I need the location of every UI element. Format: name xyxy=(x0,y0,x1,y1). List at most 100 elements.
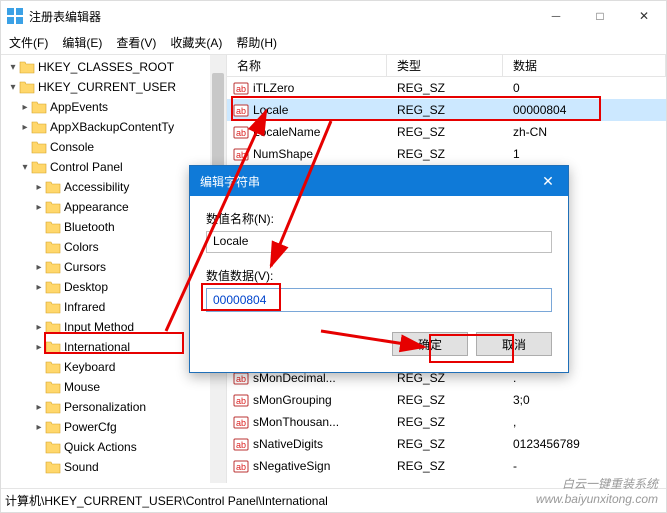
tree-label: Input Method xyxy=(64,320,134,334)
folder-icon xyxy=(45,360,61,374)
value-row[interactable]: absMonGroupingREG_SZ3;0 xyxy=(227,389,666,411)
svg-text:ab: ab xyxy=(236,374,246,384)
menu-view[interactable]: 查看(V) xyxy=(116,34,156,51)
value-data: zh-CN xyxy=(503,125,666,139)
dialog-body: 数值名称(N): Locale 数值数据(V): 确定 取消 xyxy=(190,196,568,372)
menu-file[interactable]: 文件(F) xyxy=(9,34,48,51)
expand-icon[interactable]: ▸ xyxy=(33,262,45,273)
ok-button[interactable]: 确定 xyxy=(392,332,468,356)
close-button[interactable]: ✕ xyxy=(622,1,666,31)
name-label: 数值名称(N): xyxy=(206,210,552,227)
tree-item[interactable]: ▾ HKEY_CURRENT_USER xyxy=(1,77,226,97)
menu-help[interactable]: 帮助(H) xyxy=(236,34,277,51)
value-row[interactable]: absNegativeSignREG_SZ- xyxy=(227,455,666,477)
tree-label: Desktop xyxy=(64,280,108,294)
value-data: 0123456789 xyxy=(503,437,666,451)
value-name: sMonGrouping xyxy=(253,393,332,407)
tree-item[interactable]: ▸PowerCfg xyxy=(1,417,226,437)
value-type: REG_SZ xyxy=(387,393,503,407)
string-icon: ab xyxy=(233,124,249,140)
tree-label: HKEY_CLASSES_ROOT xyxy=(38,60,174,74)
value-row[interactable]: abLocaleNameREG_SZzh-CN xyxy=(227,121,666,143)
col-type[interactable]: 类型 xyxy=(387,55,503,76)
tree-item[interactable]: ▸ Personalization xyxy=(1,397,226,417)
tree-item[interactable]: ▸AppEvents xyxy=(1,97,226,117)
expand-icon[interactable]: ▾ xyxy=(7,82,19,93)
folder-icon xyxy=(45,460,61,474)
dialog-close-icon[interactable]: ✕ xyxy=(528,173,568,190)
expand-icon[interactable]: ▾ xyxy=(19,162,31,173)
menu-edit[interactable]: 编辑(E) xyxy=(62,34,102,51)
expand-icon[interactable]: ▾ xyxy=(7,62,19,73)
folder-icon xyxy=(45,400,61,414)
svg-text:ab: ab xyxy=(236,396,246,406)
value-name: Locale xyxy=(253,103,288,117)
tree-label: Console xyxy=(50,140,94,154)
tree-item[interactable]: Mouse xyxy=(1,377,226,397)
tree-item[interactable]: Sound xyxy=(1,457,226,477)
folder-icon xyxy=(31,140,47,154)
expand-icon[interactable]: ▸ xyxy=(33,202,45,213)
value-name: sMonDecimal... xyxy=(253,371,336,385)
svg-text:ab: ab xyxy=(236,418,246,428)
tree-item[interactable]: Quick Actions xyxy=(1,437,226,457)
col-name[interactable]: 名称 xyxy=(227,55,387,76)
tree-item[interactable]: Console xyxy=(1,137,226,157)
string-icon: ab xyxy=(233,458,249,474)
expand-icon[interactable]: ▸ xyxy=(33,342,45,353)
app-icon xyxy=(7,8,23,24)
expand-icon[interactable]: ▸ xyxy=(33,282,45,293)
col-data[interactable]: 数据 xyxy=(503,55,666,76)
menu-fav[interactable]: 收藏夹(A) xyxy=(170,34,222,51)
svg-text:ab: ab xyxy=(236,106,246,116)
folder-icon xyxy=(45,300,61,314)
value-label: 数值数据(V): xyxy=(206,267,552,284)
tree-label: AppXBackupContentTy xyxy=(50,120,174,134)
expand-icon[interactable]: ▸ xyxy=(33,322,45,333)
folder-icon xyxy=(45,320,61,334)
value-row[interactable]: absMonThousan...REG_SZ, xyxy=(227,411,666,433)
value-type: REG_SZ xyxy=(387,371,503,385)
value-name: iTLZero xyxy=(253,81,294,95)
expand-icon[interactable]: ▸ xyxy=(33,182,45,193)
tree-label: Colors xyxy=(64,240,99,254)
tree-label: International xyxy=(64,340,130,354)
window-buttons: ─ □ ✕ xyxy=(534,1,666,31)
tree-label: Control Panel xyxy=(50,160,123,174)
svg-text:ab: ab xyxy=(236,150,246,160)
tree-label: Personalization xyxy=(64,400,146,414)
expand-icon[interactable]: ▸ xyxy=(33,402,45,413)
value-input[interactable] xyxy=(206,288,552,312)
string-icon: ab xyxy=(233,146,249,162)
folder-icon xyxy=(45,340,61,354)
tree-label: Keyboard xyxy=(64,360,115,374)
folder-icon xyxy=(31,100,47,114)
value-row[interactable]: abLocaleREG_SZ00000804 xyxy=(227,99,666,121)
expand-icon[interactable]: ▸ xyxy=(19,102,31,113)
maximize-button[interactable]: □ xyxy=(578,1,622,31)
folder-icon xyxy=(45,440,61,454)
folder-icon xyxy=(45,280,61,294)
value-row[interactable]: absNativeDigitsREG_SZ0123456789 xyxy=(227,433,666,455)
value-row[interactable]: abiTLZeroREG_SZ0 xyxy=(227,77,666,99)
string-icon: ab xyxy=(233,414,249,430)
value-row[interactable]: abNumShapeREG_SZ1 xyxy=(227,143,666,165)
tree-label: HKEY_CURRENT_USER xyxy=(38,80,176,94)
dialog-title: 编辑字符串 xyxy=(200,173,260,190)
cancel-button[interactable]: 取消 xyxy=(476,332,552,356)
folder-icon xyxy=(45,220,61,234)
tree-item[interactable]: ▸ AppXBackupContentTy xyxy=(1,117,226,137)
dialog-title-bar[interactable]: 编辑字符串 ✕ xyxy=(190,166,568,196)
tree-label: Mouse xyxy=(64,380,100,394)
value-type: REG_SZ xyxy=(387,125,503,139)
tree-label: Quick Actions xyxy=(64,440,137,454)
folder-icon xyxy=(45,180,61,194)
minimize-button[interactable]: ─ xyxy=(534,1,578,31)
expand-icon[interactable]: ▸ xyxy=(19,122,31,133)
folder-icon xyxy=(45,380,61,394)
expand-icon[interactable]: ▸ xyxy=(33,422,45,433)
folder-icon xyxy=(19,60,35,74)
tree-item[interactable]: ▾ HKEY_CLASSES_ROOT xyxy=(1,57,226,77)
edit-string-dialog: 编辑字符串 ✕ 数值名称(N): Locale 数值数据(V): 确定 取消 xyxy=(189,165,569,373)
string-icon: ab xyxy=(233,102,249,118)
